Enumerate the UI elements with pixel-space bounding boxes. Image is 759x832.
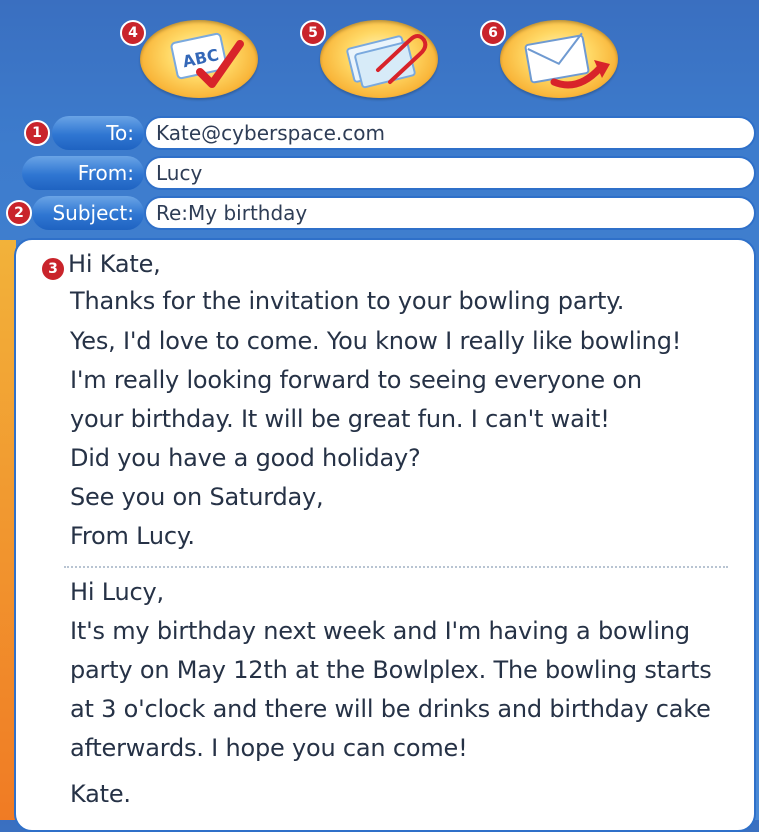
spell-check-button[interactable]: ABC xyxy=(140,20,258,98)
original-line: Kate. xyxy=(70,780,131,808)
toolbar-number-badge: 4 xyxy=(120,20,146,46)
original-line: It's my birthday next week and I'm havin… xyxy=(70,617,690,645)
subject-field[interactable]: Re:My birthday xyxy=(144,196,756,230)
reply-line: From Lucy. xyxy=(70,522,195,550)
subject-label: Subject: xyxy=(32,196,144,230)
from-label: From: xyxy=(22,156,144,190)
from-field[interactable]: Lucy xyxy=(144,156,756,190)
toolbar-number-badge: 6 xyxy=(480,20,506,46)
reply-line: Thanks for the invitation to your bowlin… xyxy=(70,287,625,315)
to-number-badge: 1 xyxy=(24,120,50,146)
original-line: party on May 12th at the Bowlplex. The b… xyxy=(70,656,712,684)
send-button[interactable] xyxy=(500,20,618,98)
toolbar-number-badge: 5 xyxy=(300,20,326,46)
body-number-badge: 3 xyxy=(40,256,66,282)
reply-line: See you on Saturday, xyxy=(70,483,324,511)
attachment-icon xyxy=(346,34,428,89)
to-field[interactable]: Kate@cyberspace.com xyxy=(144,116,756,150)
original-line: at 3 o'clock and there will be drinks an… xyxy=(70,695,711,723)
subject-number-badge: 2 xyxy=(6,200,32,226)
to-label: To: xyxy=(52,116,144,150)
reply-line: Hi Kate, xyxy=(68,250,161,278)
spell-check-icon: ABC xyxy=(170,32,244,88)
send-mail-icon xyxy=(524,32,610,89)
reply-line: I'm really looking forward to seeing eve… xyxy=(70,366,642,394)
quote-divider xyxy=(64,566,728,568)
original-line: afterwards. I hope you can come! xyxy=(70,734,468,762)
reply-line: your birthday. It will be great fun. I c… xyxy=(70,405,610,433)
original-line: Hi Lucy, xyxy=(70,578,164,606)
reply-line: Did you have a good holiday? xyxy=(70,444,421,472)
reply-line: Yes, I'd love to come. You know I really… xyxy=(70,327,682,355)
attach-button[interactable] xyxy=(320,20,438,98)
